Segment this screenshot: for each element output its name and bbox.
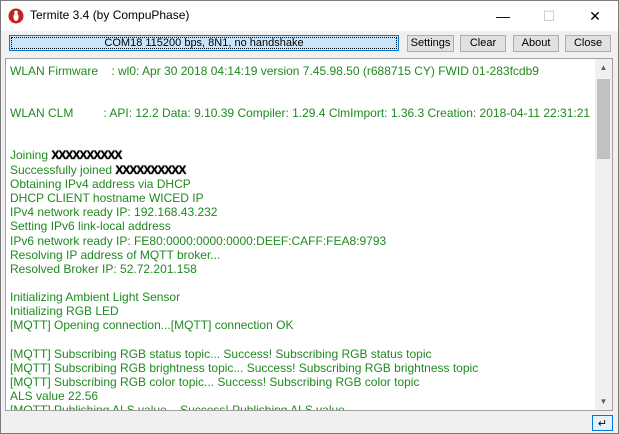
- terminal-line: IPv4 network ready IP: 192.168.43.232: [10, 205, 596, 219]
- settings-button[interactable]: Settings: [407, 35, 454, 52]
- terminal-line: WLAN CLM : API: 12.2 Data: 9.10.39 Compi…: [10, 106, 596, 120]
- terminal-line: Setting IPv6 link-local address: [10, 219, 596, 233]
- about-button[interactable]: About: [513, 35, 559, 52]
- termite-window: Termite 3.4 (by CompuPhase) — ☐ ✕ COM18 …: [0, 0, 619, 434]
- toolbar: COM18 115200 bps, 8N1, no handshake Sett…: [1, 31, 618, 55]
- terminal-line: Resolving IP address of MQTT broker...: [10, 248, 596, 262]
- terminal-line: Initializing Ambient Light Sensor: [10, 290, 596, 304]
- send-button[interactable]: ↵: [592, 415, 613, 431]
- terminal-line: [MQTT] Publishing ALS value... Success! …: [10, 403, 596, 411]
- terminal-line-text: WLAN CLM : API: 12.2 Data: 9.10.39 Compi…: [10, 106, 591, 121]
- terminal-line-text: Initializing Ambient Light Sensor: [10, 290, 181, 305]
- scroll-thumb[interactable]: [597, 79, 610, 159]
- redacted-ssid: XXXXXXXXXX: [115, 162, 186, 177]
- terminal-line-text: DHCP CLIENT hostname WICED IP: [10, 190, 204, 205]
- vertical-scrollbar[interactable]: ▲ ▼: [595, 59, 612, 410]
- window-title: Termite 3.4 (by CompuPhase): [30, 8, 190, 22]
- terminal-line-text: IPv6 network ready IP: FE80:0000:0000:00…: [10, 233, 387, 248]
- close-icon: ✕: [589, 7, 601, 24]
- terminal-line-text: [MQTT] Subscribing RGB status topic... S…: [10, 346, 432, 361]
- maximize-icon: ☐: [542, 7, 556, 24]
- window-close-button[interactable]: ✕: [572, 1, 618, 31]
- terminal-line-text: ALS value 22.56: [10, 389, 99, 404]
- terminal-line-text: Successfully joined: [10, 162, 116, 177]
- terminal-lines: WLAN Firmware : wl0: Apr 30 2018 04:14:1…: [10, 64, 596, 411]
- terminal-line-text: Obtaining IPv4 address via DHCP: [10, 176, 191, 191]
- terminal-line-text: [MQTT] Subscribing RGB color topic... Su…: [10, 375, 420, 389]
- terminal-line-text: [MQTT] Subscribing RGB brightness topic.…: [10, 360, 479, 375]
- close-button[interactable]: Close: [565, 35, 611, 52]
- title-bar[interactable]: Termite 3.4 (by CompuPhase) — ☐ ✕: [1, 1, 618, 31]
- terminal-line: [MQTT] Subscribing RGB brightness topic.…: [10, 361, 596, 375]
- terminal-line: Joining XXXXXXXXXX: [10, 148, 596, 162]
- scroll-down-icon[interactable]: ▼: [595, 393, 612, 410]
- terminal-line-text: [MQTT] Opening connection...[MQTT] conne…: [10, 318, 294, 333]
- terminal-line: DHCP CLIENT hostname WICED IP: [10, 191, 596, 205]
- minimize-icon: —: [496, 8, 510, 24]
- terminal-line-text: Setting IPv6 link-local address: [10, 219, 171, 234]
- terminal-line: [MQTT] Opening connection...[MQTT] conne…: [10, 318, 596, 332]
- scroll-up-icon[interactable]: ▲: [595, 59, 612, 76]
- terminal-line: Initializing RGB LED: [10, 304, 596, 318]
- terminal-line-text: IPv4 network ready IP: 192.168.43.232: [10, 205, 218, 220]
- terminal-line-text: Resolving IP address of MQTT broker...: [10, 247, 221, 262]
- terminal-line-text: [MQTT] Publishing ALS value... Success! …: [10, 403, 345, 411]
- connection-status-button[interactable]: COM18 115200 bps, 8N1, no handshake: [9, 35, 399, 51]
- terminal-line: ALS value 22.56: [10, 389, 596, 403]
- terminal-line-text: WLAN Firmware : wl0: Apr 30 2018 04:14:1…: [10, 64, 539, 78]
- redacted-ssid: XXXXXXXXXX: [51, 148, 122, 163]
- command-input[interactable]: [5, 414, 588, 431]
- terminal-line: Successfully joined XXXXXXXXXX: [10, 163, 596, 177]
- terminal-output[interactable]: WLAN Firmware : wl0: Apr 30 2018 04:14:1…: [5, 58, 613, 411]
- enter-icon: ↵: [597, 417, 608, 430]
- terminal-line-text: Joining: [10, 148, 52, 163]
- terminal-line: [MQTT] Subscribing RGB status topic... S…: [10, 347, 596, 361]
- terminal-line: IPv6 network ready IP: FE80:0000:0000:00…: [10, 234, 596, 248]
- terminal-line: WLAN Firmware : wl0: Apr 30 2018 04:14:1…: [10, 64, 596, 78]
- terminal-line-text: Resolved Broker IP: 52.72.201.158: [10, 261, 197, 276]
- input-bar: ↵: [5, 414, 613, 432]
- terminal-line: Resolved Broker IP: 52.72.201.158: [10, 262, 596, 276]
- terminal-line: Obtaining IPv4 address via DHCP: [10, 177, 596, 191]
- terminal-line-text: Initializing RGB LED: [10, 304, 119, 319]
- termite-app-icon: [8, 8, 24, 24]
- clear-button[interactable]: Clear: [460, 35, 506, 52]
- minimize-button[interactable]: —: [480, 1, 526, 31]
- maximize-button[interactable]: ☐: [526, 1, 572, 31]
- terminal-line: [MQTT] Subscribing RGB color topic... Su…: [10, 375, 596, 389]
